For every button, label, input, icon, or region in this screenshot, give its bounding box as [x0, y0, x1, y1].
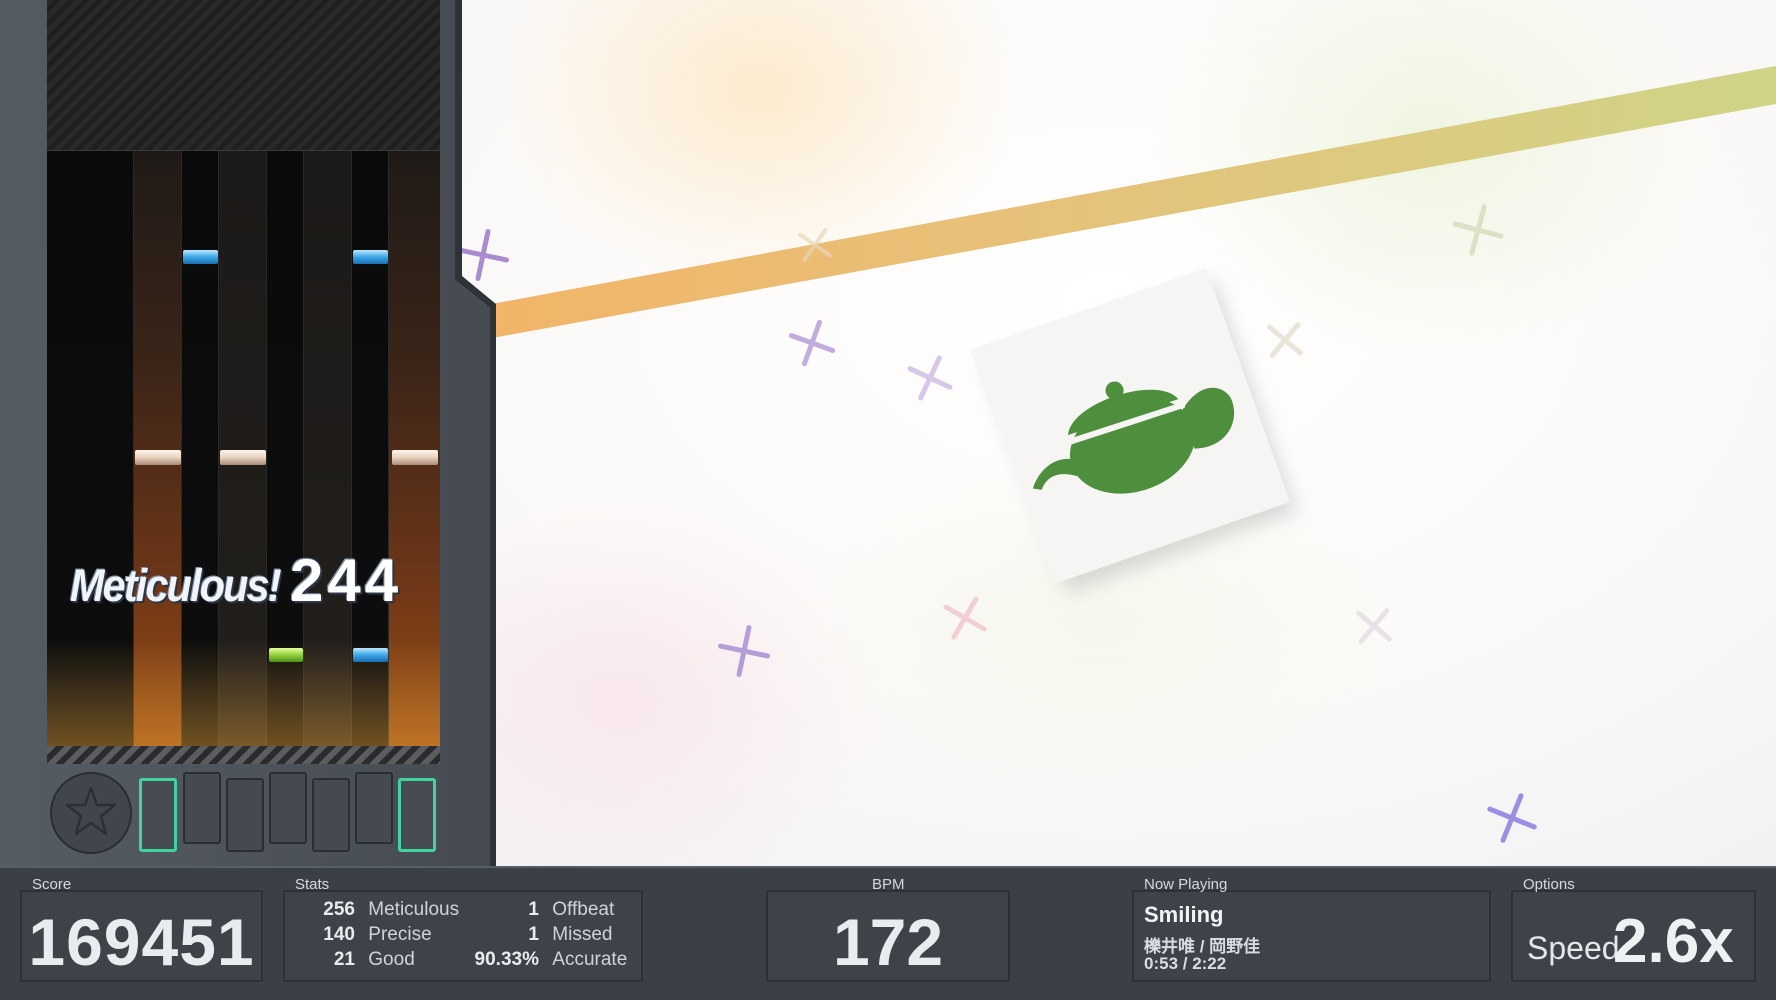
note-white	[220, 450, 266, 465]
stat-meticulous-count: 256	[323, 899, 355, 920]
stat-accurate-label: Accurate	[552, 949, 628, 970]
combo-counter: 244	[290, 547, 403, 614]
stat-meticulous-label: Meticulous	[368, 899, 460, 920]
key-5	[312, 778, 350, 852]
stat-offbeat-count: 1	[528, 899, 539, 920]
note-blue	[183, 250, 218, 264]
key-6	[355, 772, 393, 844]
stat-good-label: Good	[368, 949, 415, 970]
stats-label: Stats	[295, 876, 330, 893]
stat-good: 21 Good	[315, 949, 415, 971]
key-7	[398, 778, 436, 852]
now-playing-panel: Now Playing Smiling 櫟井唯 / 岡野佳 0:53 / 2:2…	[1132, 876, 1491, 982]
score-label: Score	[32, 876, 72, 893]
now-playing-label: Now Playing	[1144, 876, 1228, 893]
stat-missed: 1 Missed	[465, 924, 612, 946]
stat-offbeat: 1 Offbeat	[465, 899, 614, 921]
stat-accurate: 90.33% Accurate	[465, 949, 628, 971]
judgement-line	[47, 746, 440, 764]
key-1	[139, 778, 177, 852]
bpm-value: 172	[832, 905, 944, 979]
stat-precise: 140 Precise	[315, 924, 432, 946]
key-4	[269, 772, 307, 844]
stat-missed-count: 1	[528, 924, 539, 945]
note-green	[269, 648, 303, 662]
stat-accurate-count: 90.33%	[474, 949, 539, 970]
options-label: Options	[1523, 876, 1575, 893]
key-indicator-row	[50, 770, 440, 856]
lane-cover	[47, 0, 440, 150]
speed-label: Speed	[1527, 930, 1620, 966]
star-key	[50, 772, 132, 854]
note-blue	[353, 250, 388, 264]
star-icon	[65, 786, 117, 836]
stat-precise-label: Precise	[368, 924, 432, 945]
judgement-display: Meticulous! 244	[70, 546, 430, 616]
stats-panel: Stats 256 Meticulous 140 Precise 21 Good…	[283, 876, 643, 982]
options-panel[interactable]: Options Speed 2.6x	[1511, 876, 1756, 982]
status-bar: Score 169451 Stats 256 Meticulous 140 Pr…	[0, 866, 1776, 1000]
note-lanes	[47, 0, 440, 764]
note-white	[392, 450, 438, 465]
song-time: 0:53 / 2:22	[1144, 954, 1227, 973]
stat-precise-count: 140	[323, 924, 355, 945]
note-blue	[353, 648, 388, 662]
score-panel: Score 169451	[20, 876, 263, 982]
bpm-panel: BPM 172	[766, 876, 1010, 982]
stat-offbeat-label: Offbeat	[552, 899, 615, 920]
speed-value: 2.6x	[1613, 907, 1734, 976]
stat-missed-label: Missed	[552, 924, 613, 945]
score-value: 169451	[28, 905, 255, 979]
stat-meticulous: 256 Meticulous	[315, 899, 459, 921]
key-2	[183, 772, 221, 844]
stat-good-count: 21	[333, 949, 355, 970]
note-playfield	[47, 0, 440, 764]
bpm-label: BPM	[872, 876, 905, 893]
key-3	[226, 778, 264, 852]
song-title: Smiling	[1144, 902, 1224, 927]
note-white	[135, 450, 181, 465]
judgement-text: Meticulous!	[70, 560, 282, 611]
